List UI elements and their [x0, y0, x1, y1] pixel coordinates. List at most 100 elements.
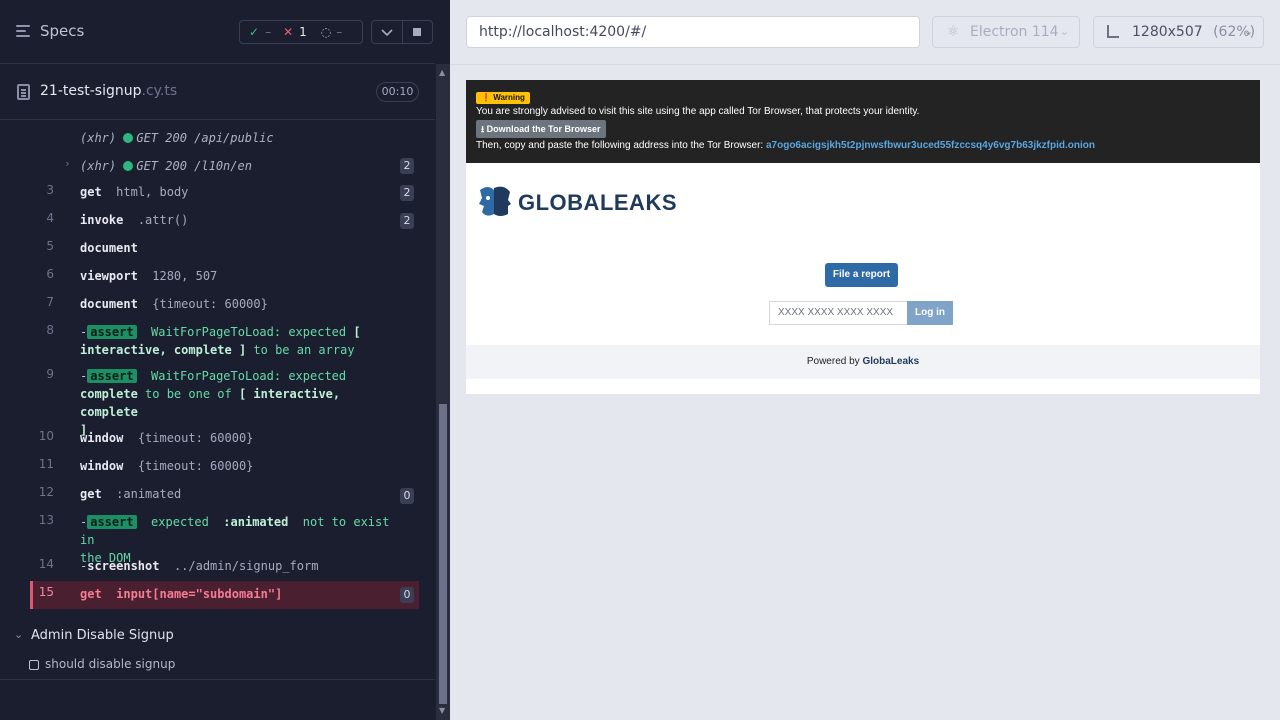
- check-icon: ✓: [249, 25, 260, 39]
- assert-badge: assert: [87, 515, 137, 529]
- command-name: viewport: [80, 269, 138, 283]
- command-row[interactable]: 4 invoke .attr() 2: [0, 211, 420, 229]
- command-arg: :animated: [116, 487, 182, 501]
- warning-badge: ❗ Warning: [476, 92, 530, 104]
- logo-text: GLOBALEAKS: [518, 190, 677, 215]
- spec-duration: 00:10: [376, 82, 419, 102]
- stop-button[interactable]: [403, 20, 433, 44]
- command-name: get: [80, 587, 102, 601]
- xhr-label: (xhr): [80, 159, 117, 173]
- command-arg: 1280, 507: [152, 269, 218, 283]
- command-row[interactable]: 11 window {timeout: 60000}: [0, 457, 420, 475]
- scroll-down-icon[interactable]: ▼: [439, 706, 445, 715]
- command-arg: html, body: [116, 185, 189, 199]
- command-number: 10: [38, 429, 54, 443]
- viewport-info[interactable]: 1280x507 (62%) ⌄: [1093, 16, 1264, 48]
- assert-row[interactable]: 8 - assert WaitForPageToLoad: expected [i…: [0, 323, 420, 359]
- xhr-method: GET 200 /api/public: [136, 131, 274, 145]
- test-stats: ✓ – ✕ 1 ◌ –: [239, 20, 363, 44]
- stop-icon: [413, 28, 421, 36]
- assert-row[interactable]: 13 - assert expected :animated not to exi…: [0, 513, 420, 565]
- command-row[interactable]: (xhr) GET 200 /api/public: [0, 129, 420, 147]
- tor-banner: ❗ Warning You are strongly advised to vi…: [466, 80, 1260, 163]
- spec-filename[interactable]: 21-test-signup.cy.ts: [40, 83, 177, 99]
- command-number: 8: [46, 323, 54, 337]
- specs-toggle[interactable]: Specs: [16, 22, 84, 40]
- count-badge: 0: [400, 587, 414, 603]
- command-number: 5: [46, 239, 54, 253]
- tor-copy-label: Then, copy and paste the following addre…: [476, 140, 764, 151]
- xhr-method: GET 200 /l10n/en: [136, 159, 252, 173]
- count-badge: 2: [400, 185, 414, 201]
- failed-icon: ✕: [283, 25, 294, 39]
- globaleaks-link[interactable]: GlobaLeaks: [862, 356, 919, 367]
- expand-button[interactable]: [371, 20, 403, 44]
- powered-by-label: Powered by: [806, 356, 860, 367]
- spec-name: 21-test-signup: [40, 83, 142, 99]
- file-a-report-button[interactable]: File a report: [825, 263, 898, 287]
- command-row[interactable]: 3 get html, body 2: [0, 183, 420, 201]
- command-name: get: [80, 185, 102, 199]
- login-button[interactable]: Log in: [907, 301, 953, 325]
- reporter-header: Specs ✓ – ✕ 1 ◌ –: [0, 0, 435, 64]
- test-title[interactable]: should disable signup: [45, 657, 175, 671]
- failed-count: 1: [299, 25, 307, 39]
- assert-text: expected: [151, 515, 209, 529]
- browser-selector[interactable]: ⚛ Electron 114 ⌄: [932, 16, 1080, 48]
- command-arg: {timeout: 60000}: [137, 459, 254, 473]
- command-number: 13: [38, 513, 54, 527]
- download-tor-button[interactable]: ⭳ Download the Tor Browser: [476, 120, 606, 138]
- command-name: document: [80, 297, 138, 311]
- document-icon: [17, 84, 30, 100]
- electron-icon: ⚛: [947, 24, 960, 40]
- onion-link[interactable]: a7ogo6acigsjkh5t2pjnwsfbwur3uced55fzccsq…: [766, 140, 1095, 151]
- command-number: 12: [38, 485, 54, 499]
- count-badge: 2: [400, 158, 414, 174]
- chevron-right-icon: ›: [64, 157, 71, 170]
- assert-badge: assert: [87, 369, 137, 383]
- command-number: 11: [38, 457, 54, 471]
- receipt-input[interactable]: XXXX XXXX XXXX XXXX: [769, 301, 908, 325]
- command-name: screenshot: [87, 559, 160, 573]
- viewport-size: 1280x507: [1132, 24, 1203, 40]
- assert-badge: assert: [87, 325, 137, 339]
- command-name: window: [80, 431, 124, 445]
- specs-label: Specs: [40, 22, 85, 40]
- command-row[interactable]: 10 window {timeout: 60000}: [0, 429, 420, 447]
- assert-value: complete: [80, 387, 138, 401]
- chevron-down-icon: ⌄: [1243, 25, 1253, 38]
- command-row[interactable]: 5 document: [0, 239, 420, 257]
- passed-count: –: [265, 25, 272, 39]
- download-tor-label: Download the Tor Browser: [486, 124, 601, 134]
- menu-icon: [16, 24, 32, 38]
- suite-title[interactable]: Admin Disable Signup: [31, 628, 174, 643]
- count-badge: 2: [400, 213, 414, 229]
- command-name: window: [80, 459, 124, 473]
- scroll-thumb[interactable]: [439, 404, 447, 704]
- command-row[interactable]: 6 viewport 1280, 507: [0, 267, 420, 285]
- browser-label: Electron 114: [970, 24, 1059, 40]
- status-dot-icon: [123, 161, 134, 171]
- command-number: 9: [46, 367, 54, 381]
- command-name: document: [80, 241, 138, 255]
- assert-row[interactable]: 9 - assert WaitForPageToLoad: expected com…: [0, 367, 420, 437]
- failed-command-content: 15 get input[name="subdomain"] 0: [0, 585, 420, 603]
- command-row[interactable]: 12 get :animated 0: [0, 485, 420, 504]
- url-bar[interactable]: http://localhost:4200/#/: [466, 16, 920, 48]
- status-dot-icon: [123, 133, 134, 143]
- assert-text: WaitForPageToLoad: expected: [151, 369, 347, 383]
- command-row[interactable]: › (xhr) GET 200 /l10n/en 2: [0, 157, 420, 175]
- command-row[interactable]: 7 document {timeout: 60000}: [0, 295, 420, 313]
- scrollbar[interactable]: ▲ ▼: [436, 64, 450, 720]
- pending-icon: ◌: [320, 25, 332, 39]
- spec-ext: .cy.ts: [141, 83, 178, 99]
- assert-text: to be one of: [145, 387, 232, 401]
- command-number: 6: [46, 267, 54, 281]
- logo-mark-icon: [479, 186, 511, 216]
- command-number: 4: [46, 211, 54, 225]
- xhr-label: (xhr): [80, 131, 117, 145]
- command-row[interactable]: 14 -screenshot ../admin/signup_form: [0, 557, 420, 575]
- tor-copy-text: Then, copy and paste the following addre…: [476, 140, 1095, 151]
- scroll-up-icon[interactable]: ▲: [439, 68, 445, 77]
- pending-count: –: [336, 25, 343, 39]
